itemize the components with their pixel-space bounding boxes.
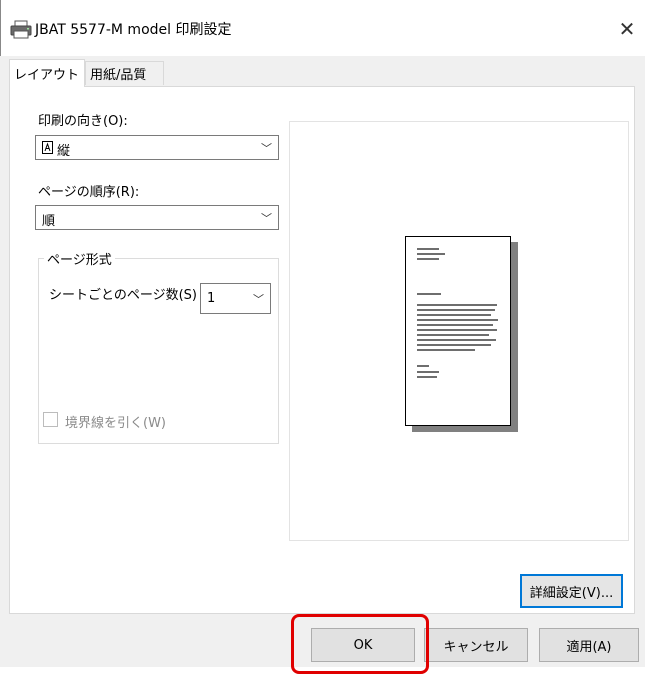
page-order-value: 順 <box>42 214 56 229</box>
advanced-settings-label: 詳細設定(V)... <box>529 585 614 601</box>
tab-layout[interactable]: レイアウト <box>9 59 85 87</box>
cancel-button[interactable]: キャンセル <box>424 628 528 662</box>
preview-page <box>405 236 511 426</box>
apply-button[interactable]: 適用(A) <box>539 628 639 662</box>
printer-icon <box>10 20 32 40</box>
apply-label: 適用(A) <box>566 639 612 655</box>
advanced-settings-button[interactable]: 詳細設定(V)... <box>520 574 623 608</box>
orientation-select[interactable]: 縦 ﹀ <box>35 135 279 160</box>
title-bar: JBAT 5577-M model 印刷設定 ✕ <box>0 0 645 56</box>
orientation-label: 印刷の向き(O): <box>38 114 128 129</box>
tab-label: レイアウト <box>14 68 80 83</box>
page-format-group-label: ページ形式 <box>44 249 115 268</box>
cancel-label: キャンセル <box>443 639 509 655</box>
page-order-label: ページの順序(R): <box>38 185 140 200</box>
close-icon: ✕ <box>618 17 636 41</box>
page-order-select[interactable]: 順 ﹀ <box>35 205 279 230</box>
ok-highlight-annotation <box>291 614 429 674</box>
chevron-down-icon: ﹀ <box>261 212 272 225</box>
draw-borders-checkbox[interactable] <box>43 412 58 427</box>
close-button[interactable]: ✕ <box>612 14 642 44</box>
pages-per-sheet-value: 1 <box>207 291 216 306</box>
draw-borders-label: 境界線を引く(W) <box>65 416 166 431</box>
chevron-down-icon: ﹀ <box>253 293 264 306</box>
orientation-value: 縦 <box>57 144 71 159</box>
chevron-down-icon: ﹀ <box>261 142 272 155</box>
pages-per-sheet-select[interactable]: 1 ﹀ <box>200 283 271 314</box>
portrait-page-icon <box>42 141 53 158</box>
pages-per-sheet-label: シートごとのページ数(S) <box>49 288 198 303</box>
tab-paper-quality[interactable]: 用紙/品質 <box>85 61 164 85</box>
window-title: JBAT 5577-M model 印刷設定 <box>35 22 232 38</box>
tab-label: 用紙/品質 <box>90 68 147 83</box>
